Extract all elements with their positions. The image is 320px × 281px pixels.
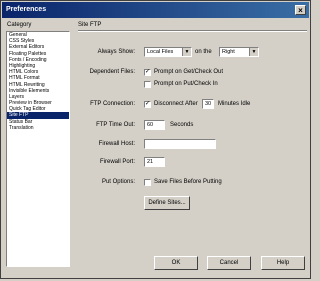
always-show-label: Always Show: [97,49,135,55]
minutes-idle-label: Minutes Idle [218,101,251,107]
category-list[interactable]: General CSS Styles External Editors Floatin… [6,31,70,267]
chevron-down-icon: ▼ [182,48,191,56]
save-files-checkbox[interactable] [144,179,151,186]
window-title: Preferences [6,6,47,13]
on-the-select[interactable]: Right ▼ [219,47,259,57]
always-show-value: Local Files [147,49,174,55]
prompt-put-label: Prompt on Put/Check In [154,81,218,87]
category-label: Category [7,22,32,28]
disconnect-checkbox[interactable]: ✓ [144,101,151,108]
prompt-put-checkbox[interactable] [144,81,151,88]
close-icon[interactable]: × [295,5,306,15]
put-options-label: Put Options: [101,179,135,185]
panel-separator [78,30,307,32]
panel-title: Site FTP [78,22,102,28]
firewall-host-label: Firewall Host: [98,141,135,147]
title-bar: Preferences × [2,2,309,18]
firewall-port-input[interactable]: 21 [144,157,165,167]
firewall-port-label: Firewall Port: [99,159,135,165]
firewall-host-input[interactable] [144,139,216,149]
save-files-label: Save Files Before Putting [154,179,222,185]
ftp-timeout-input[interactable]: 60 [144,120,165,130]
define-sites-button[interactable]: Define Sites... [144,196,190,210]
ftp-connection-label: FTP Connection: [90,101,135,107]
disconnect-minutes-input[interactable]: 30 [202,99,214,109]
disconnect-label: Disconnect After [154,101,198,107]
prompt-get-label: Prompt on Get/Check Out [154,69,224,75]
always-show-select[interactable]: Local Files ▼ [144,47,192,57]
ftp-timeout-label: FTP Time Out: [96,122,135,128]
seconds-label: Seconds [170,122,194,128]
on-the-value: Right [222,49,235,55]
preferences-window: Preferences × Category General CSS Styles… [0,0,311,279]
help-button[interactable]: Help [261,256,305,270]
dependent-files-label: Dependent Files: [89,69,135,75]
ok-button[interactable]: OK [154,256,198,270]
category-item[interactable]: Translation [7,125,69,131]
chevron-down-icon: ▼ [249,48,258,56]
on-the-label: on the [195,49,212,55]
prompt-get-checkbox[interactable]: ✓ [144,69,151,76]
cancel-button[interactable]: Cancel [207,256,251,270]
